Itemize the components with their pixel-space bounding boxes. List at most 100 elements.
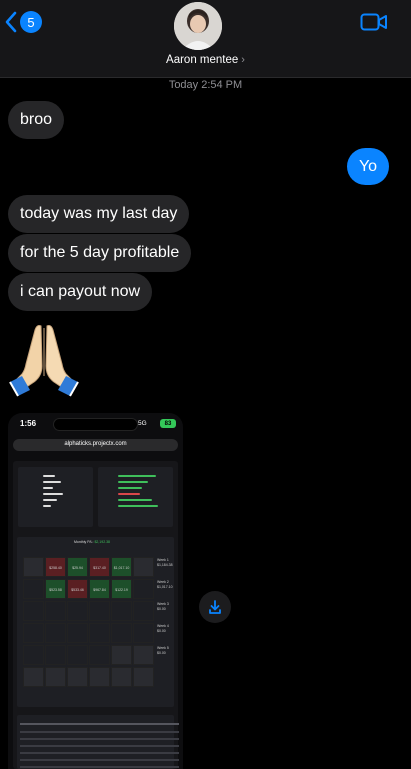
received-message[interactable]: for the 5 day profitable xyxy=(8,234,192,272)
calendar-day: $1,017.10 xyxy=(111,557,132,577)
calendar-day xyxy=(45,623,66,643)
week-value: $1,017.10 xyxy=(157,585,173,589)
unread-count-badge: 5 xyxy=(20,11,42,33)
stat-bar xyxy=(118,487,142,489)
dashboard-page: Monthly P/L: $2,192.38 $258.40 $25.94 $3… xyxy=(13,461,179,769)
calendar-day xyxy=(133,557,154,577)
calendar-day: $258.40 xyxy=(45,557,66,577)
phone-time: 1:56 xyxy=(20,419,37,428)
dynamic-island xyxy=(53,418,138,431)
calendar-day xyxy=(67,623,88,643)
image-attachment[interactable]: 1:56 5G 83 alphaticks.projectx.com Month… xyxy=(8,413,183,769)
week-value: $1,184.38 xyxy=(157,563,173,567)
received-message[interactable]: broo xyxy=(8,101,65,139)
monthly-pnl-label: Monthly P/L: xyxy=(73,540,94,544)
chevron-right-icon: › xyxy=(241,54,245,66)
week-summary: Week 3 $0.00 xyxy=(157,601,177,621)
day-pnl: $533.46 xyxy=(71,588,84,592)
week-label: Week 3 xyxy=(157,602,169,606)
contact-name[interactable]: Aaron mentee › xyxy=(0,54,411,66)
week-label: Week 2 xyxy=(157,580,169,584)
calendar-day xyxy=(133,667,154,687)
calendar-day: $523.58 xyxy=(45,579,66,599)
browser-url-bar: alphaticks.projectx.com xyxy=(13,439,178,451)
contact-name-label: Aaron mentee xyxy=(166,54,239,66)
praying-hands-emoji[interactable] xyxy=(8,320,80,398)
week-summary: Week 2 $1,017.10 xyxy=(157,579,177,599)
stat-bar xyxy=(43,487,53,489)
calendar-day xyxy=(89,623,110,643)
table-row xyxy=(20,752,179,754)
received-message[interactable]: i can payout now xyxy=(8,273,153,311)
phone-status-bar: 1:56 5G 83 xyxy=(8,413,183,435)
stat-bar xyxy=(118,499,152,501)
contact-avatar[interactable] xyxy=(174,2,222,50)
calendar-day xyxy=(45,667,66,687)
stat-bar xyxy=(43,499,57,501)
calendar-day xyxy=(133,623,154,643)
calendar-day xyxy=(67,645,88,665)
calendar-day xyxy=(23,579,44,599)
stats-panel-right xyxy=(98,467,173,527)
calendar-day xyxy=(23,601,44,621)
calendar-day: $967.84 xyxy=(89,579,110,599)
calendar-day xyxy=(111,667,132,687)
calendar-day xyxy=(45,601,66,621)
calendar-day xyxy=(67,667,88,687)
stat-bar xyxy=(118,505,158,507)
table-row xyxy=(20,766,179,768)
calendar-day xyxy=(133,601,154,621)
video-camera-icon[interactable] xyxy=(360,12,388,32)
calendar-day xyxy=(111,601,132,621)
chevron-left-icon xyxy=(5,11,17,33)
day-pnl: $258.40 xyxy=(49,566,62,570)
week-label: Week 5 xyxy=(157,646,169,650)
calendar-day xyxy=(133,645,154,665)
stat-bar xyxy=(43,475,55,477)
week-value: $0.00 xyxy=(157,607,166,611)
week-value: $0.00 xyxy=(157,651,166,655)
monthly-pnl-value: $2,192.38 xyxy=(94,540,111,544)
stat-bar xyxy=(43,505,51,507)
back-button[interactable]: 5 xyxy=(4,11,42,33)
trades-table xyxy=(17,715,179,769)
table-row xyxy=(20,759,179,761)
avatar-photo xyxy=(174,2,222,50)
monthly-pnl-title: Monthly P/L: $2,192.38 xyxy=(17,540,167,544)
calendar-day xyxy=(23,645,44,665)
calendar-day xyxy=(89,645,110,665)
calendar-day xyxy=(23,557,44,577)
day-pnl: $967.84 xyxy=(93,588,106,592)
day-pnl: $122.19 xyxy=(115,588,128,592)
stat-bar xyxy=(118,475,156,477)
week-summary: Week 1 $1,184.38 xyxy=(157,557,177,577)
phone-signal: 5G xyxy=(138,420,147,427)
received-message[interactable]: today was my last day xyxy=(8,195,190,233)
table-row xyxy=(20,731,179,733)
conversation-header: 5 Aaron mentee › xyxy=(0,0,411,78)
stat-bar xyxy=(43,481,61,483)
save-attachment-button[interactable] xyxy=(199,591,231,623)
week-summary: Week 5 $0.00 xyxy=(157,645,177,665)
table-row xyxy=(20,745,179,747)
browser-url: alphaticks.projectx.com xyxy=(64,441,127,447)
calendar-day: $122.19 xyxy=(111,579,132,599)
pnl-calendar: Monthly P/L: $2,192.38 $258.40 $25.94 $3… xyxy=(17,537,174,707)
calendar-day xyxy=(89,601,110,621)
stat-bar xyxy=(118,481,148,483)
week-label: Week 1 xyxy=(157,558,169,562)
sent-message[interactable]: Yo xyxy=(347,148,389,185)
week-value: $0.00 xyxy=(157,629,166,633)
stat-bar xyxy=(118,493,140,495)
download-icon xyxy=(209,600,221,614)
stats-panel-left xyxy=(18,467,93,527)
message-timestamp: Today 2:54 PM xyxy=(168,79,243,91)
day-pnl: $1,017.10 xyxy=(113,566,130,570)
calendar-day xyxy=(23,623,44,643)
calendar-day xyxy=(67,601,88,621)
battery-icon: 83 xyxy=(160,419,176,428)
day-pnl: $317.40 xyxy=(93,566,106,570)
table-row xyxy=(20,738,179,740)
calendar-day xyxy=(89,667,110,687)
calendar-day: $533.46 xyxy=(67,579,88,599)
